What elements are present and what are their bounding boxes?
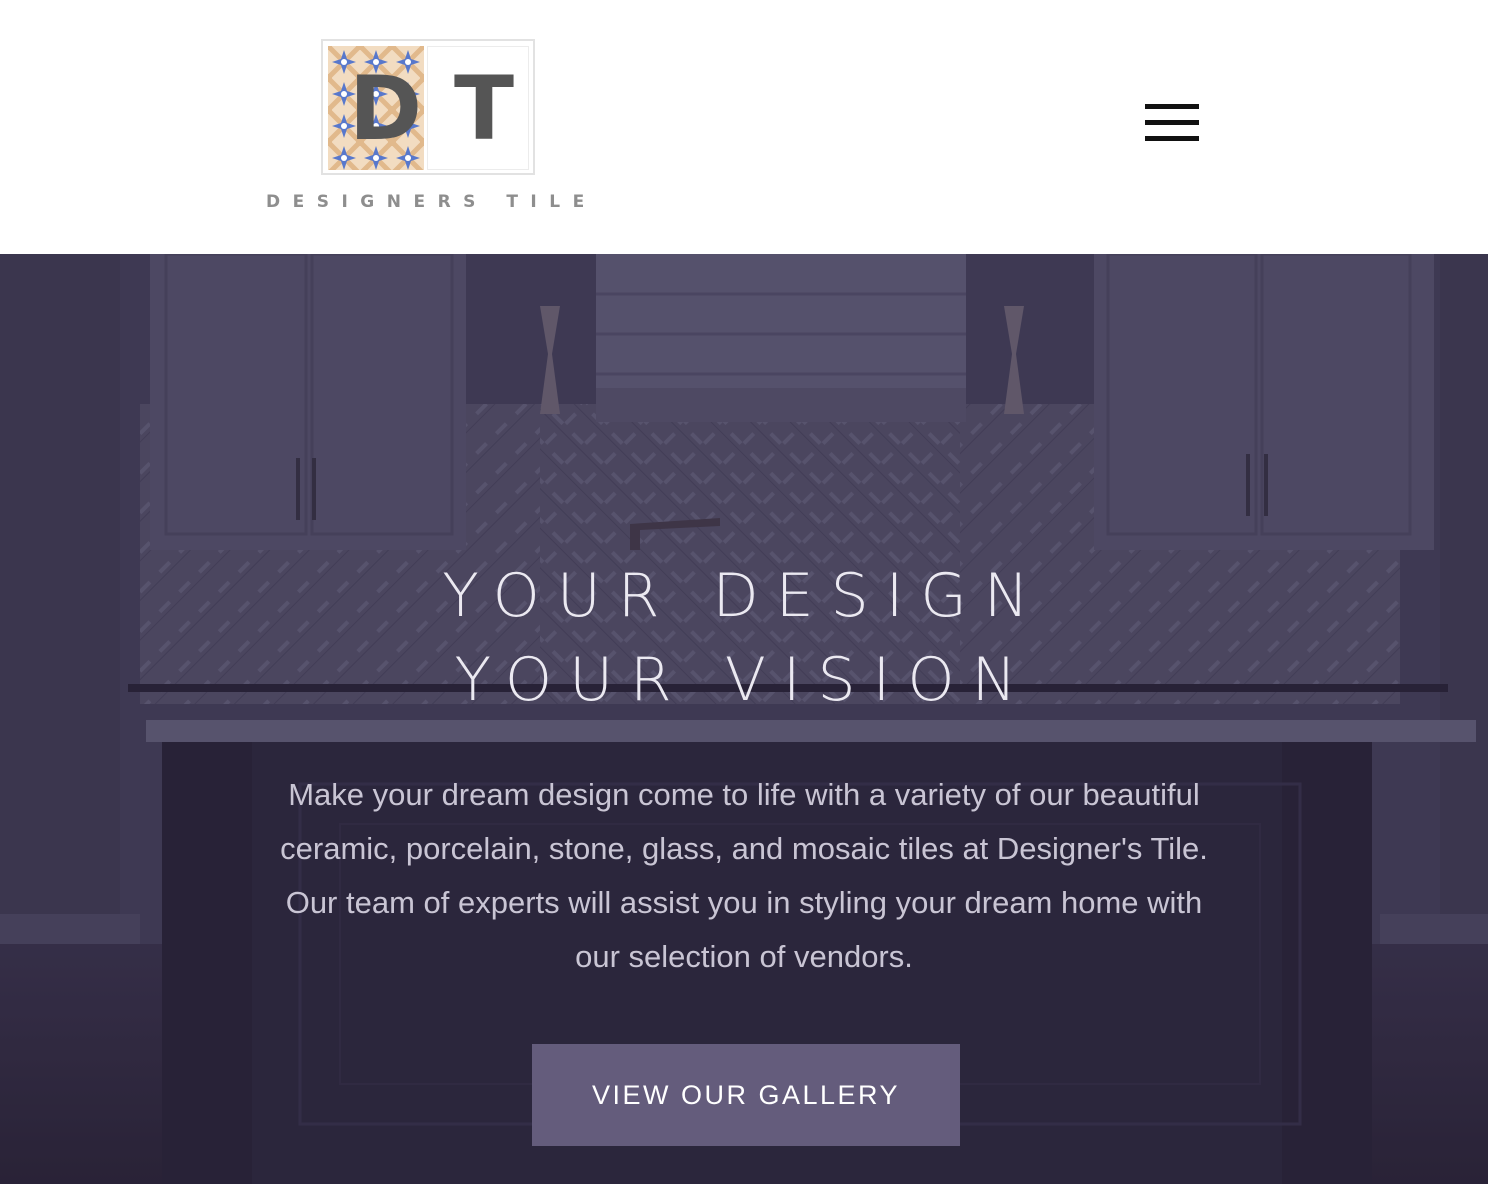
menu-bar: [1145, 104, 1199, 109]
hero-title-line: YOUR VISION: [454, 645, 1034, 715]
logo-wordmark: DESIGNERS TILE: [266, 192, 597, 212]
logo-letter-t: T: [454, 57, 515, 160]
logo-letter-d: D: [349, 57, 423, 160]
hero-title: YOUR DESIGN YOUR VISION: [0, 554, 1488, 722]
menu-bar: [1145, 136, 1199, 141]
hero-section: YOUR DESIGN YOUR VISION Make your dream …: [0, 254, 1488, 1184]
menu-bar: [1145, 120, 1199, 125]
site-logo[interactable]: D T DESIGNERS TILE: [266, 38, 596, 218]
hero-description: Make your dream design come to life with…: [280, 777, 1208, 974]
logo-mark: D T: [321, 39, 535, 175]
hamburger-menu-icon[interactable]: [1140, 98, 1204, 148]
hero-title-line: YOUR DESIGN: [442, 561, 1046, 631]
site-header: D T DESIGNERS TILE: [0, 0, 1488, 254]
view-gallery-button[interactable]: VIEW OUR GALLERY: [532, 1044, 960, 1146]
